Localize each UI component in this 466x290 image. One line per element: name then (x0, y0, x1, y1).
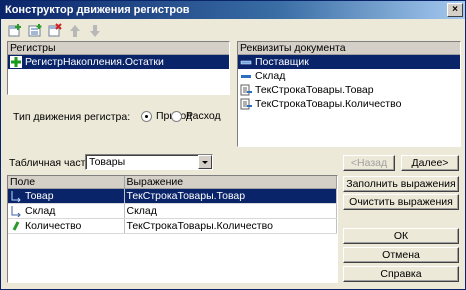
chevron-down-icon[interactable] (198, 155, 212, 169)
registers-toolbar (7, 23, 103, 39)
requisites-header: Реквизиты документа (238, 42, 460, 55)
back-button[interactable]: <Назад (343, 155, 395, 171)
resource-icon (10, 220, 22, 232)
document-requisites-list[interactable]: Реквизиты документа Поставщик Склад ТекС… (237, 41, 461, 147)
tabular-part-label: Табличная часть: (9, 157, 94, 169)
register-movement-wizard-window: Конструктор движения регистров × Регистр… (0, 0, 466, 290)
list-item[interactable]: Поставщик (238, 55, 460, 69)
attribute-icon (240, 56, 252, 68)
registers-list[interactable]: Регистры РегистрНакопления.Остатки (7, 41, 230, 95)
expression-cell[interactable]: Склад (124, 203, 337, 219)
radio-expense-indicator[interactable] (171, 110, 182, 122)
requisite-label: ТекСтрокаТовары.Количество (255, 98, 402, 110)
list-item[interactable]: ТекСтрокаТовары.Товар (238, 83, 460, 97)
field-name: Склад (25, 205, 56, 217)
register-label: РегистрНакопления.Остатки (25, 56, 164, 68)
move-up-icon[interactable] (67, 23, 83, 39)
field-cell[interactable]: Склад (8, 203, 125, 219)
radio-income-indicator[interactable] (141, 110, 152, 122)
close-icon[interactable]: × (447, 3, 463, 17)
expression-cell[interactable]: ТекСтрокаТовары.Товар (124, 188, 337, 204)
table-row[interactable]: Товар ТекСтрокаТовары.Товар (8, 188, 337, 204)
field-name: Товар (25, 190, 54, 202)
requisite-label: Склад (255, 70, 286, 82)
expression-cell[interactable]: ТекСтрокаТовары.Количество (124, 218, 337, 234)
dimension-icon (10, 190, 22, 203)
green-plus-register-icon (10, 56, 22, 68)
table-row[interactable]: Количество ТекСтрокаТовары.Количество (8, 218, 337, 234)
tabular-attribute-icon (240, 84, 252, 96)
help-button[interactable]: Справка (343, 266, 459, 282)
attribute-icon (240, 70, 252, 82)
cancel-button[interactable]: Отмена (343, 247, 459, 263)
column-header-field[interactable]: Поле (8, 176, 125, 189)
requisite-label: Поставщик (255, 56, 309, 68)
list-item[interactable]: РегистрНакопления.Остатки (8, 55, 229, 69)
add-register-icon[interactable] (7, 23, 23, 39)
window-title: Конструктор движения регистров (5, 4, 190, 16)
dimension-icon (10, 205, 22, 218)
clear-expressions-button[interactable]: Очистить выражения (343, 194, 459, 210)
list-item[interactable]: ТекСтрокаТовары.Количество (238, 97, 460, 111)
radio-expense[interactable]: Расход (171, 110, 221, 122)
title-bar: Конструктор движения регистров × (1, 1, 465, 19)
tabular-attribute-icon (240, 98, 252, 110)
fill-expressions-button[interactable]: Заполнить выражения (343, 176, 459, 192)
ok-button[interactable]: ОК (343, 228, 459, 244)
tabular-part-select[interactable]: Товары (85, 154, 213, 170)
move-down-icon[interactable] (87, 23, 103, 39)
delete-register-icon[interactable] (47, 23, 63, 39)
radio-expense-label: Расход (186, 110, 221, 122)
grid-header-row: Поле Выражение (8, 176, 337, 189)
add-register-list-icon[interactable] (27, 23, 43, 39)
field-cell[interactable]: Количество (8, 218, 125, 234)
requisite-label: ТекСтрокаТовары.Товар (255, 84, 374, 96)
tabular-part-value: Товары (89, 156, 126, 168)
column-header-expression[interactable]: Выражение (124, 176, 337, 189)
field-cell[interactable]: Товар (8, 188, 125, 204)
movement-type-label: Тип движения регистра: (13, 111, 131, 123)
next-button[interactable]: Далее> (401, 155, 459, 171)
table-row[interactable]: Склад Склад (8, 203, 337, 219)
field-name: Количество (25, 220, 82, 232)
registers-header: Регистры (8, 42, 229, 55)
list-item[interactable]: Склад (238, 69, 460, 83)
fields-grid[interactable]: Поле Выражение Товар ТекСтрокаТовары.Тов… (7, 175, 338, 283)
